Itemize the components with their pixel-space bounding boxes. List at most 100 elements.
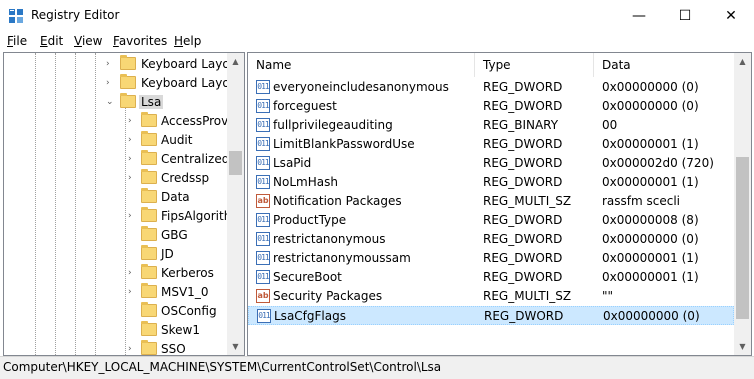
column-header-name[interactable]: Name	[248, 53, 475, 77]
expand-chevron-icon[interactable]: ⌄	[106, 98, 114, 107]
value-name: ProductType	[273, 213, 347, 227]
menu-view[interactable]: View	[74, 34, 102, 48]
tree-item[interactable]: OSConfig	[4, 302, 230, 321]
expand-chevron-icon[interactable]: ›	[128, 288, 136, 297]
tree-item[interactable]: › CentralizedA	[4, 150, 238, 169]
value-row[interactable]: 011 NoLmHash REG_DWORD 0x00000001 (1)	[248, 173, 734, 192]
value-row[interactable]: ab Security Packages REG_MULTI_SZ ""	[248, 287, 734, 306]
tree-scroll-thumb[interactable]	[229, 151, 242, 175]
folder-icon	[141, 283, 157, 298]
tree-item[interactable]: ⌄ Lsa	[4, 93, 230, 112]
tree-item-label: GBG	[161, 228, 188, 242]
expand-chevron-icon[interactable]: ›	[128, 136, 136, 145]
expand-chevron-icon[interactable]	[128, 326, 136, 334]
tree-item[interactable]: › Kerberos	[4, 264, 230, 283]
menu-help[interactable]: Help	[174, 34, 201, 48]
string-value-icon: ab	[256, 289, 270, 303]
tree-item[interactable]: › AccessProvid	[4, 112, 239, 131]
menu-favorites[interactable]: Favorites	[113, 34, 167, 48]
menu-file[interactable]: File	[7, 34, 27, 48]
list-scroll-thumb[interactable]	[736, 157, 749, 319]
value-data: 0x000002d0 (720)	[602, 156, 714, 170]
tree-item-label: MSV1_0	[161, 285, 209, 299]
expand-chevron-icon[interactable]: ›	[128, 212, 136, 221]
expand-chevron-icon[interactable]: ›	[128, 117, 136, 126]
tree-item[interactable]: › MSV1_0	[4, 283, 230, 302]
value-name: NoLmHash	[273, 175, 338, 189]
menu-edit[interactable]: Edit	[40, 34, 63, 48]
value-row[interactable]: 011 SecureBoot REG_DWORD 0x00000001 (1)	[248, 268, 734, 287]
value-type: REG_DWORD	[483, 175, 563, 189]
value-name: LsaPid	[273, 156, 312, 170]
value-name: forceguest	[273, 99, 337, 113]
maximize-button[interactable]: ☐	[662, 0, 708, 31]
folder-icon	[141, 264, 157, 279]
folder-icon	[141, 169, 157, 184]
column-header-type[interactable]: Type	[475, 53, 594, 77]
value-row[interactable]: 011 everyoneincludesanonymous REG_DWORD 0x0…	[248, 78, 734, 97]
value-data: 0x00000008 (8)	[602, 213, 699, 227]
binary-value-icon: 011	[256, 232, 270, 246]
value-row[interactable]: ab Notification Packages REG_MULTI_SZ rassf…	[248, 192, 734, 211]
column-header-data[interactable]: Data	[594, 53, 734, 77]
expand-chevron-icon[interactable]	[128, 307, 136, 315]
tree-item[interactable]: Data	[4, 188, 230, 207]
binary-value-icon: 011	[256, 270, 270, 284]
tree-item[interactable]: GBG	[4, 226, 230, 245]
scroll-down-arrow-icon[interactable]: ▼	[227, 338, 244, 355]
status-bar: Computer\HKEY_LOCAL_MACHINE\SYSTEM\Curre…	[0, 356, 754, 379]
value-type: REG_DWORD	[483, 232, 563, 246]
binary-value-icon: 011	[256, 118, 270, 132]
value-data: 0x00000000 (0)	[602, 99, 699, 113]
expand-chevron-icon[interactable]: ›	[128, 174, 136, 183]
tree-item-label: FipsAlgorith	[161, 209, 232, 223]
scroll-up-arrow-icon[interactable]: ▲	[227, 53, 244, 70]
value-type: REG_MULTI_SZ	[483, 194, 572, 208]
window-title: Registry Editor	[31, 8, 120, 22]
expand-chevron-icon[interactable]	[128, 231, 136, 239]
expand-chevron-icon[interactable]	[128, 193, 136, 201]
expand-chevron-icon[interactable]: ›	[128, 155, 136, 164]
value-row[interactable]: 011 fullprivilegeauditing REG_BINARY 00	[248, 116, 734, 135]
expand-chevron-icon[interactable]: ›	[106, 60, 114, 69]
tree-item[interactable]: › Credssp	[4, 169, 230, 188]
registry-key-tree[interactable]: › Keyboard Layou › Keyboard Layou ⌄ Lsa › Acces…	[3, 52, 245, 356]
value-data: 0x00000000 (0)	[602, 80, 699, 94]
value-row[interactable]: 011 restrictanonymoussam REG_DWORD 0x000000…	[248, 249, 734, 268]
tree-item[interactable]: Skew1	[4, 321, 230, 340]
tree-item[interactable]: › FipsAlgorith	[4, 207, 232, 226]
minimize-button[interactable]: —	[616, 0, 662, 31]
tree-item[interactable]: › Keyboard Layou	[4, 55, 237, 74]
value-row[interactable]: 011 ProductType REG_DWORD 0x00000008 (8)	[248, 211, 734, 230]
tree-item[interactable]: › Audit	[4, 131, 230, 150]
close-button[interactable]: ✕	[708, 0, 754, 31]
registry-values-list[interactable]: Name Type Data 011 everyoneincludesanonym…	[247, 52, 752, 356]
tree-item[interactable]: › SSO	[4, 340, 230, 355]
string-value-icon: ab	[256, 194, 270, 208]
value-row[interactable]: 011 forceguest REG_DWORD 0x00000000 (0)	[248, 97, 734, 116]
binary-value-icon: 011	[256, 175, 270, 189]
tree-item[interactable]: JD	[4, 245, 230, 264]
value-data: rassfm scecli	[602, 194, 681, 208]
value-row[interactable]: 011 LimitBlankPasswordUse REG_DWORD 0x00000…	[248, 135, 734, 154]
list-vertical-scrollbar[interactable]: ▲ ▼	[734, 53, 751, 355]
tree-vertical-scrollbar[interactable]: ▲ ▼	[227, 53, 244, 355]
expand-chevron-icon[interactable]: ›	[106, 79, 114, 88]
value-type: REG_MULTI_SZ	[483, 289, 572, 303]
expand-chevron-icon[interactable]	[128, 250, 136, 258]
value-type: REG_DWORD	[483, 80, 563, 94]
registry-editor-app-icon	[9, 9, 23, 23]
tree-item[interactable]: › Keyboard Layou	[4, 74, 237, 93]
folder-icon	[141, 207, 157, 222]
value-row[interactable]: 011 restrictanonymous REG_DWORD 0x00000000 …	[248, 230, 734, 249]
value-row[interactable]: 011 LsaPid REG_DWORD 0x000002d0 (720)	[248, 154, 734, 173]
value-name: Notification Packages	[273, 194, 402, 208]
value-data: 0x00000001 (1)	[602, 175, 699, 189]
folder-icon	[141, 340, 157, 355]
value-row[interactable]: 011 LsaCfgFlags REG_DWORD 0x00000000 (0)	[248, 306, 734, 325]
expand-chevron-icon[interactable]: ›	[128, 345, 136, 354]
scroll-down-arrow-icon[interactable]: ▼	[734, 338, 751, 355]
scroll-up-arrow-icon[interactable]: ▲	[734, 53, 751, 70]
expand-chevron-icon[interactable]: ›	[128, 269, 136, 278]
binary-value-icon: 011	[256, 251, 270, 265]
